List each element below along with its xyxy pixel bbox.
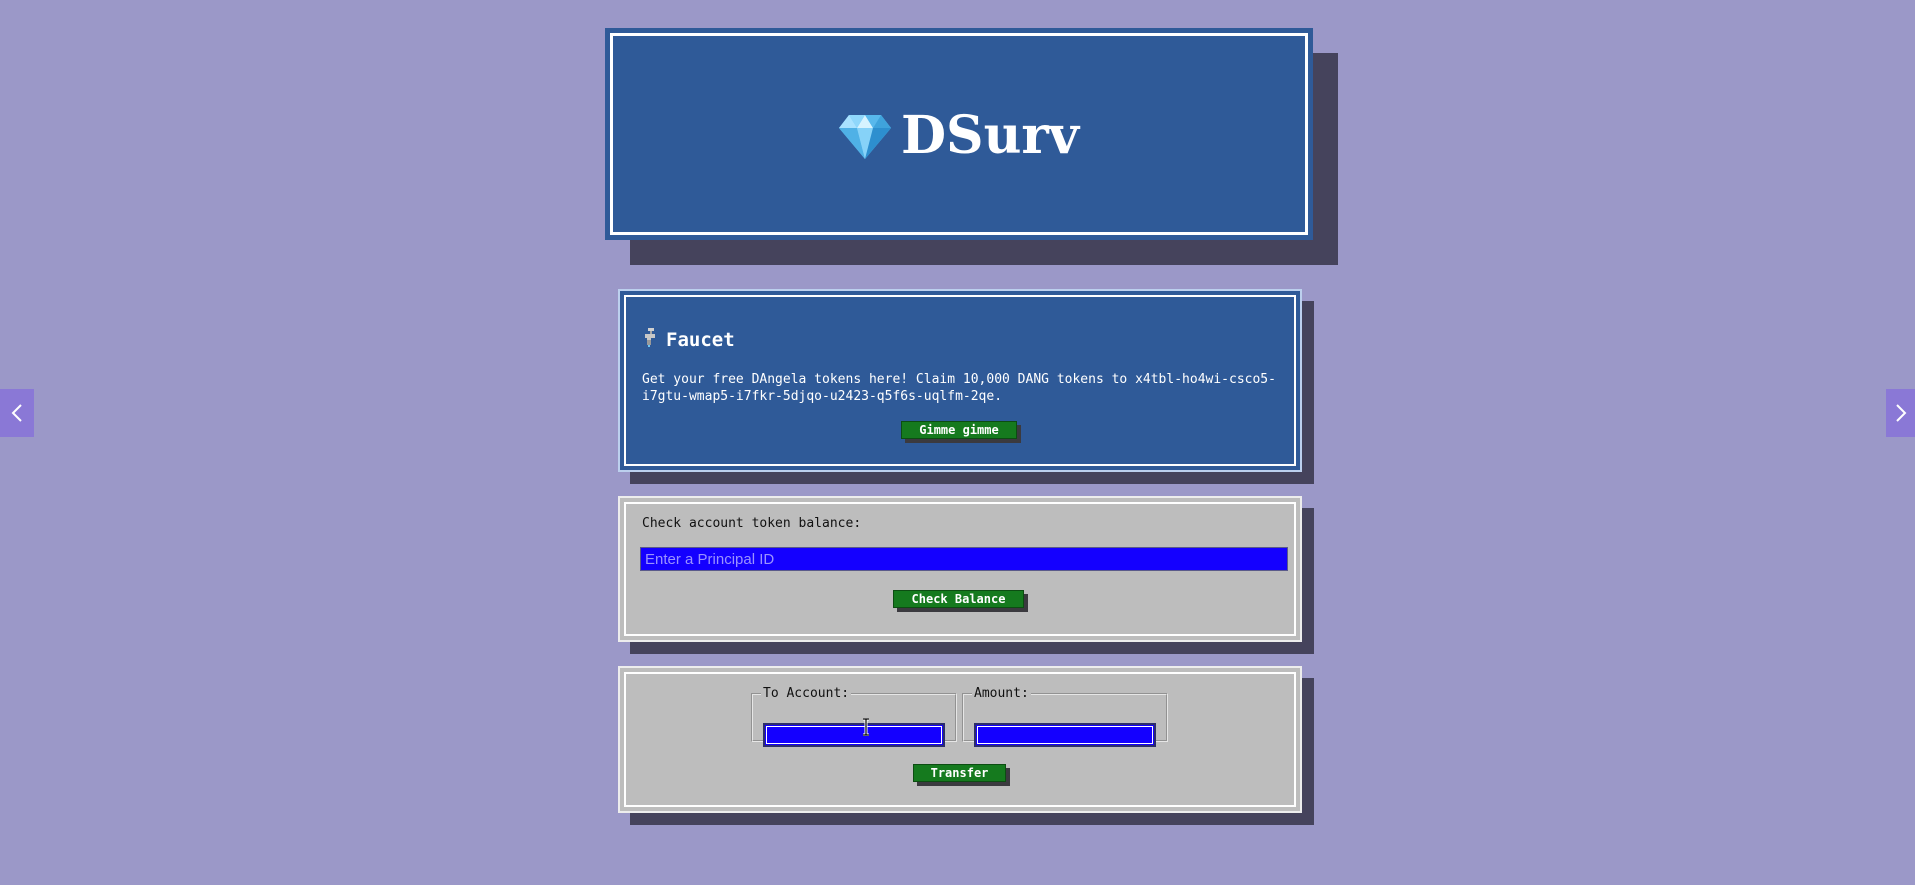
faucet-card: Faucet Get your free DAngela tokens here… [618, 289, 1302, 472]
balance-card: Check account token balance: Check Balan… [618, 496, 1302, 642]
to-account-label: To Account: [763, 686, 850, 701]
balance-label: Check account token balance: [642, 516, 862, 531]
amount-fieldset: Amount: [962, 686, 1168, 747]
faucet-heading: Faucet [642, 327, 735, 352]
transfer-card: To Account: Amount: Transfer [618, 666, 1302, 813]
faucet-title: Faucet [666, 328, 735, 351]
amount-label: Amount: [974, 686, 1029, 701]
transfer-button[interactable]: Transfer [913, 764, 1006, 782]
next-slide-button[interactable] [1886, 389, 1915, 437]
chevron-right-icon [1895, 404, 1906, 422]
amount-input[interactable] [974, 723, 1156, 747]
prev-slide-button[interactable] [0, 389, 34, 437]
page: DSurv Faucet Get your free DAngela token… [0, 0, 1915, 885]
chevron-left-icon [11, 404, 22, 422]
brand-name: DSurv [900, 105, 1080, 166]
to-account-fieldset: To Account: [751, 686, 957, 747]
to-account-input[interactable] [763, 723, 945, 747]
text-cursor-icon [863, 718, 869, 736]
diamond-icon [838, 113, 891, 159]
faucet-icon [642, 327, 658, 352]
faucet-description: Get your free DAngela tokens here! Claim… [642, 372, 1276, 404]
brand: DSurv [608, 105, 1310, 166]
gimme-button[interactable]: Gimme gimme [901, 421, 1017, 439]
header-banner: DSurv [605, 28, 1313, 240]
check-balance-button[interactable]: Check Balance [893, 590, 1024, 608]
principal-id-input[interactable] [640, 547, 1288, 571]
card-frame [624, 672, 1296, 807]
